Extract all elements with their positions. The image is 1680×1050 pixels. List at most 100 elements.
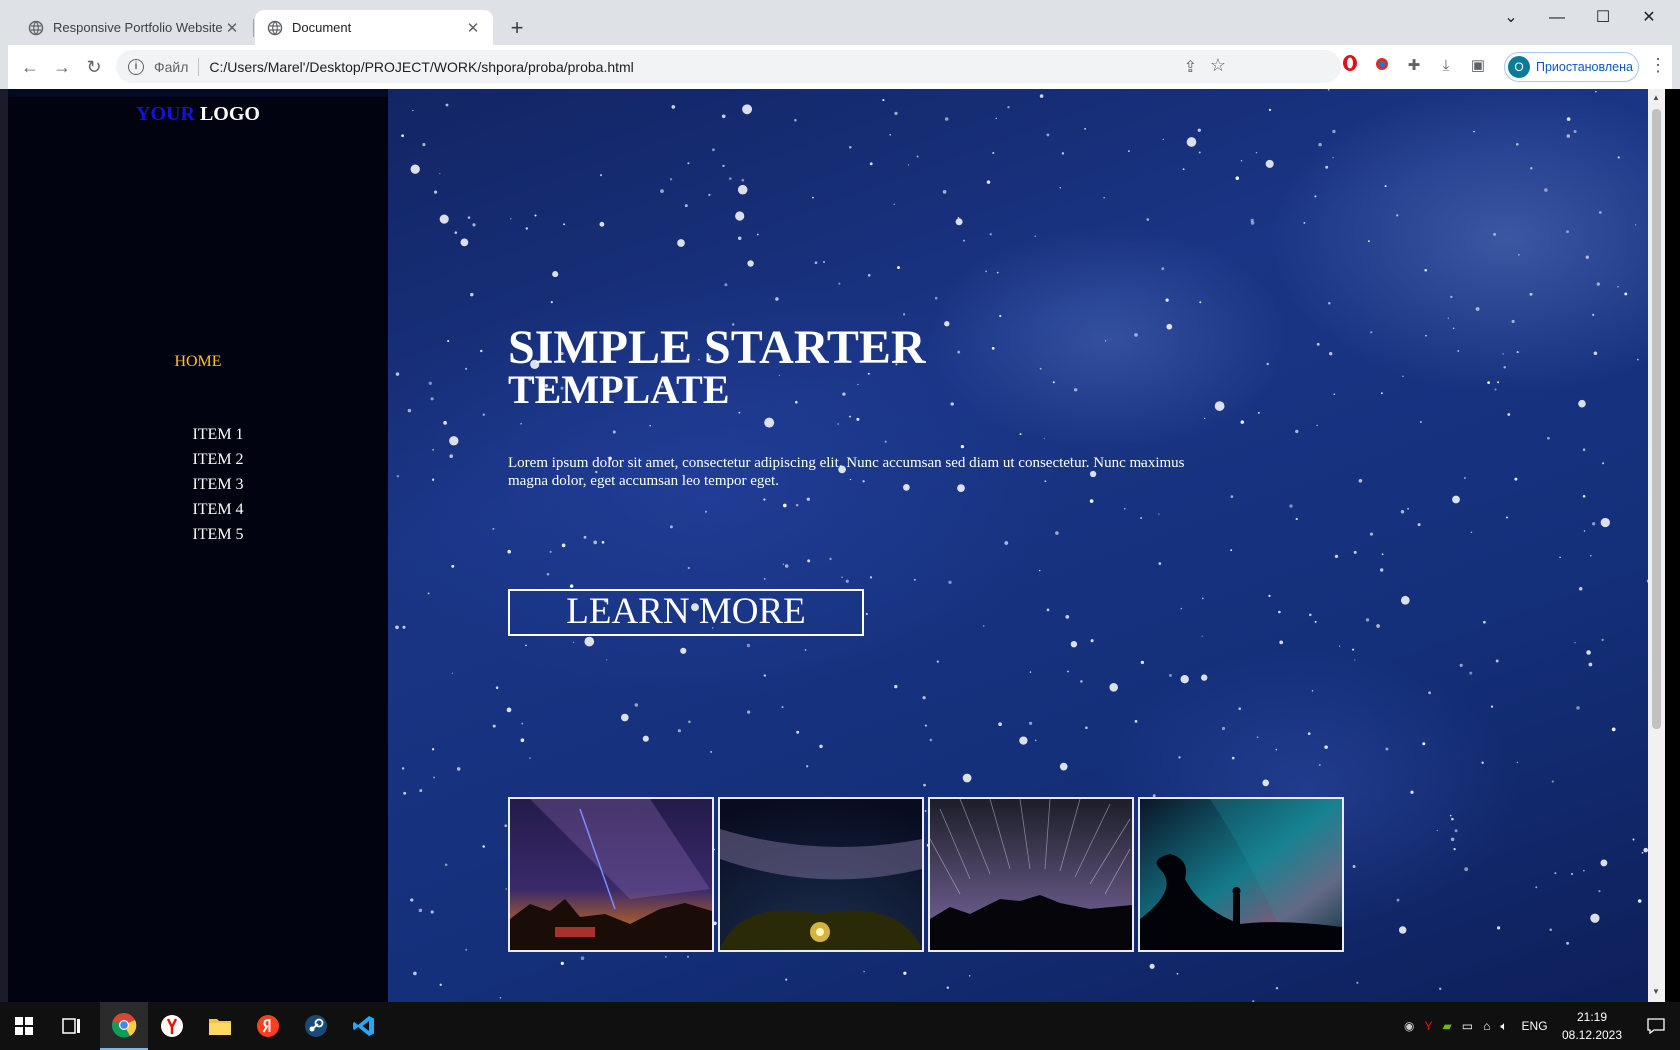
hero-title-line-2: TEMPLATE	[508, 367, 730, 412]
star	[1636, 358, 1639, 361]
nav-item-5[interactable]: ITEM 5	[8, 522, 428, 547]
tray-volume-icon[interactable]: 🔈︎	[1500, 1019, 1507, 1034]
close-tab-icon[interactable]: ✕	[465, 19, 481, 37]
star	[449, 436, 459, 446]
address-bar[interactable]: i Файл C:/Users/Marel'/Desktop/PROJECT/W…	[116, 50, 1341, 83]
star	[1307, 732, 1311, 736]
star	[660, 189, 664, 193]
star	[1316, 424, 1318, 427]
chrome-taskbar-icon[interactable]	[100, 1002, 148, 1050]
star	[1266, 362, 1269, 366]
star	[1140, 660, 1145, 665]
star	[687, 566, 690, 570]
reload-icon[interactable]: ↻	[82, 55, 106, 79]
nav-home-link[interactable]: HOME	[8, 353, 388, 371]
profile-button[interactable]: O Приостановлена	[1504, 52, 1639, 82]
star	[1080, 680, 1083, 683]
tab-responsive-portfolio[interactable]: Responsive Portfolio Website ✕	[16, 10, 252, 45]
kebab-menu-icon[interactable]: ⋮	[1648, 55, 1668, 76]
star	[728, 177, 732, 180]
star	[407, 408, 412, 413]
star	[1090, 639, 1094, 643]
gallery-image-aurora-silhouette[interactable]	[1138, 797, 1344, 952]
nav-item-4[interactable]: ITEM 4	[8, 497, 428, 522]
file-explorer-taskbar-icon[interactable]	[196, 1002, 244, 1050]
page-scrollbar[interactable]: ▲ ▼	[1648, 89, 1665, 1002]
star	[1596, 282, 1600, 286]
star	[944, 117, 949, 121]
side-panel-icon[interactable]: ▣	[1466, 54, 1490, 78]
gallery-image-star-trails[interactable]	[928, 797, 1134, 952]
close-window-button[interactable]: ✕	[1626, 6, 1672, 30]
star	[1551, 780, 1554, 783]
star	[1235, 176, 1240, 180]
scroll-down-arrow-icon[interactable]: ▼	[1652, 987, 1660, 996]
scroll-thumb[interactable]	[1652, 109, 1661, 729]
gallery-image-milky-way-fisheye[interactable]	[718, 797, 924, 952]
notification-center-icon[interactable]	[1632, 1002, 1680, 1050]
share-icon[interactable]: ⇪	[1184, 57, 1197, 77]
address-scheme: Файл	[154, 58, 189, 75]
tray-network-icon[interactable]: ▭	[1462, 1019, 1473, 1033]
star	[1061, 152, 1065, 155]
maximize-button[interactable]: ☐	[1580, 6, 1626, 30]
tab-search-icon[interactable]: ⌄	[1488, 6, 1534, 30]
tab-document[interactable]: Document ✕	[255, 10, 493, 45]
bookmark-star-icon[interactable]: ☆	[1210, 55, 1226, 76]
download-icon[interactable]: ⤓	[1434, 54, 1458, 78]
forward-arrow-icon[interactable]: →	[50, 55, 74, 79]
star	[433, 776, 436, 779]
new-tab-button[interactable]: +	[505, 16, 529, 40]
star	[499, 997, 502, 999]
star	[957, 217, 960, 219]
star	[1515, 142, 1519, 146]
info-icon[interactable]: i	[128, 58, 144, 75]
puzzle-extensions-icon[interactable]: ✚	[1402, 54, 1426, 78]
vscode-taskbar-icon[interactable]	[340, 1002, 388, 1050]
star	[403, 791, 407, 795]
star	[1318, 763, 1321, 767]
star	[992, 152, 995, 154]
address-url[interactable]: C:/Users/Marel'/Desktop/PROJECT/WORK/shp…	[209, 59, 633, 75]
star	[1624, 292, 1628, 296]
tray-yandex-icon[interactable]: Y	[1424, 1019, 1432, 1033]
star	[946, 986, 950, 989]
bug-extension-icon[interactable]	[1370, 54, 1394, 78]
star	[1238, 707, 1242, 711]
star	[1314, 620, 1317, 623]
scroll-up-arrow-icon[interactable]: ▲	[1652, 93, 1660, 102]
star	[849, 415, 851, 418]
tray-nvidia-icon[interactable]: ▰	[1443, 1019, 1452, 1033]
windows-start-icon[interactable]	[0, 1002, 48, 1050]
star	[1600, 859, 1608, 867]
star	[507, 549, 511, 554]
star	[1328, 302, 1331, 305]
star	[794, 118, 797, 122]
star	[395, 372, 400, 376]
steam-taskbar-icon[interactable]	[292, 1002, 340, 1050]
tray-steam-icon[interactable]: ◉	[1404, 1019, 1414, 1033]
yandex-taskbar-icon[interactable]	[244, 1002, 292, 1050]
tray-language[interactable]: ENG	[1522, 1019, 1548, 1033]
nav-item-3[interactable]: ITEM 3	[8, 472, 428, 497]
star	[492, 527, 495, 530]
star	[1574, 641, 1576, 644]
close-tab-icon[interactable]: ✕	[224, 19, 240, 37]
star	[1559, 556, 1561, 559]
opera-extension-icon[interactable]	[1338, 54, 1362, 78]
tray-wifi-icon[interactable]: ⌂	[1483, 1019, 1490, 1033]
taskbar-clock[interactable]: 21:19 08.12.2023	[1560, 1008, 1624, 1044]
star	[1419, 420, 1422, 424]
star	[1583, 869, 1585, 872]
star	[1573, 129, 1577, 134]
star	[936, 660, 939, 663]
site-logo[interactable]: YOUR LOGO	[8, 103, 388, 126]
task-view-icon[interactable]	[48, 1002, 96, 1050]
nav-item-1[interactable]: ITEM 1	[8, 422, 428, 447]
minimize-button[interactable]: —	[1534, 6, 1580, 30]
back-arrow-icon[interactable]: ←	[18, 55, 42, 79]
yandex-browser-taskbar-icon[interactable]	[148, 1002, 196, 1050]
gallery-image-milky-way-laser[interactable]	[508, 797, 714, 952]
learn-more-button[interactable]: LEARN MORE	[508, 589, 864, 636]
nav-item-2[interactable]: ITEM 2	[8, 447, 428, 472]
